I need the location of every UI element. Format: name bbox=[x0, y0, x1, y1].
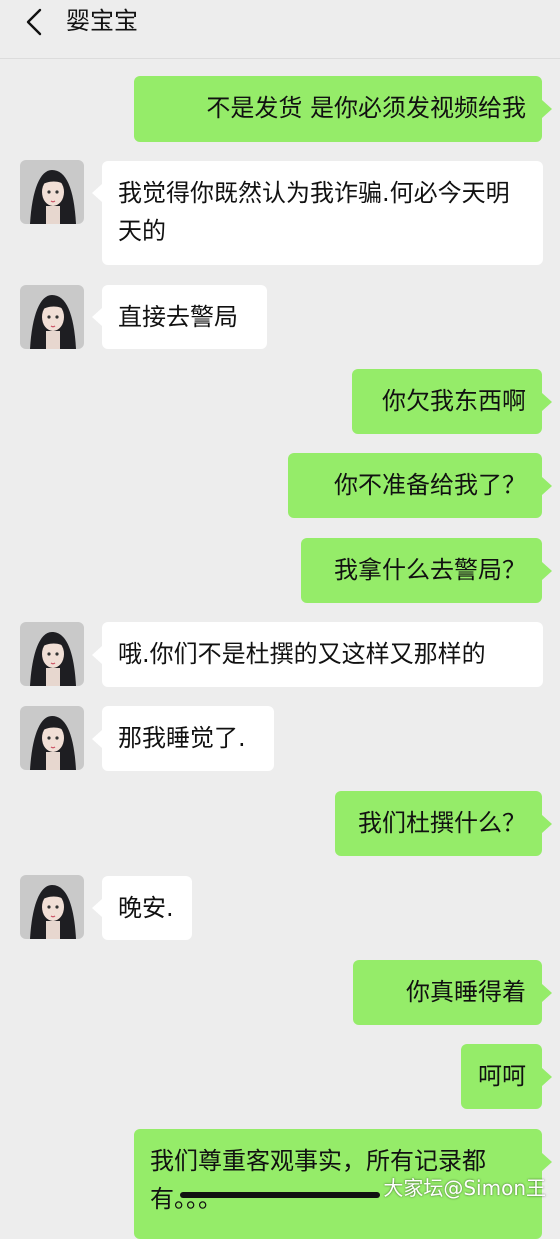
contact-name: 婴宝宝 bbox=[66, 7, 138, 35]
bubble-tail bbox=[542, 1068, 552, 1086]
message-bubble-received[interactable]: 直接去警局 bbox=[102, 285, 267, 349]
bubble-tail bbox=[542, 1153, 552, 1171]
message-bubble-received[interactable]: 我觉得你既然认为我诈骗.何必今天明天的 bbox=[102, 161, 543, 265]
message-bubble-received[interactable]: 哦.你们不是杜撰的又这样又那样的 bbox=[102, 622, 543, 687]
message-bubble-sent[interactable]: 我们杜撰什么？ bbox=[335, 791, 542, 856]
bubble-tail bbox=[92, 184, 102, 202]
avatar[interactable] bbox=[20, 285, 84, 349]
message-text: 不是发货 是你必须发视频给我 bbox=[206, 94, 526, 122]
avatar[interactable] bbox=[20, 875, 84, 939]
message-bubble-sent[interactable]: 你欠我东西啊 bbox=[352, 369, 542, 434]
message-bubble-received[interactable]: 晚安. bbox=[102, 876, 192, 940]
message-text: 我觉得你既然认为我诈骗.何必今天明天的 bbox=[118, 179, 510, 245]
message-text: 我拿什么去警局？ bbox=[334, 556, 526, 584]
bubble-tail bbox=[542, 984, 552, 1002]
chat-header: 婴宝宝 bbox=[0, 0, 560, 59]
avatar[interactable] bbox=[20, 622, 84, 686]
avatar[interactable] bbox=[20, 160, 84, 224]
message-bubble-sent[interactable]: 你真睡得着 bbox=[353, 960, 542, 1025]
message-text: 晚安. bbox=[118, 894, 174, 922]
message-bubble-sent[interactable]: 呵呵 bbox=[461, 1044, 542, 1109]
watermark: 大家坛@Simon王 bbox=[383, 1176, 546, 1200]
bubble-tail bbox=[92, 730, 102, 748]
message-bubble-received[interactable]: 那我睡觉了. bbox=[102, 706, 274, 771]
message-text: 你真睡得着 bbox=[406, 978, 526, 1006]
chat-area: 不是发货 是你必须发视频给我 我觉得你既然认为我诈骗.何必今天明天的 直接去警局… bbox=[0, 0, 560, 1239]
bubble-tail bbox=[542, 393, 552, 411]
message-text: 你不准备给我了？ bbox=[334, 471, 526, 499]
back-button[interactable] bbox=[14, 0, 54, 44]
message-text: 哦.你们不是杜撰的又这样又那样的 bbox=[118, 640, 486, 668]
message-text: 呵呵 bbox=[478, 1062, 526, 1090]
avatar[interactable] bbox=[20, 706, 84, 770]
bubble-tail bbox=[92, 646, 102, 664]
bubble-tail bbox=[542, 562, 552, 580]
message-bubble-sent[interactable]: 我拿什么去警局？ bbox=[301, 538, 542, 603]
bubble-tail bbox=[542, 815, 552, 833]
message-bubble-sent[interactable]: 你不准备给我了？ bbox=[288, 453, 542, 518]
message-text: 那我睡觉了. bbox=[118, 724, 246, 752]
chevron-left-icon bbox=[26, 8, 42, 36]
bubble-tail bbox=[542, 100, 552, 118]
bubble-tail bbox=[92, 308, 102, 326]
message-text: 你欠我东西啊 bbox=[382, 387, 526, 415]
bubble-tail bbox=[92, 899, 102, 917]
home-indicator[interactable] bbox=[180, 1192, 380, 1198]
message-text: 我们杜撰什么？ bbox=[358, 809, 526, 837]
bubble-tail bbox=[542, 477, 552, 495]
message-bubble-sent[interactable]: 不是发货 是你必须发视频给我 bbox=[134, 76, 542, 142]
message-text: 直接去警局 bbox=[118, 303, 238, 331]
